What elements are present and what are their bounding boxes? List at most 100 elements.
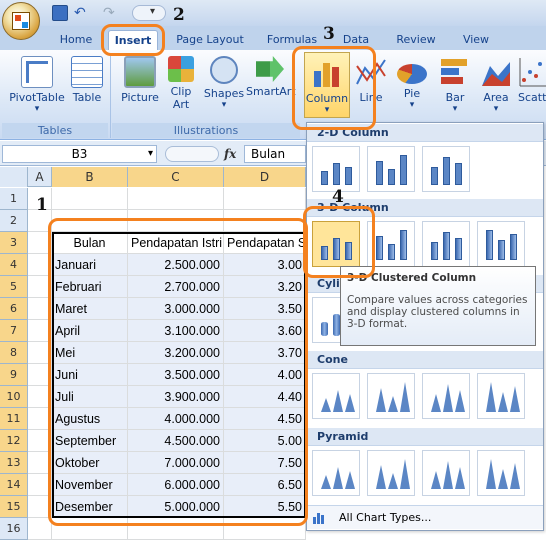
scatter-label: Scatt: [518, 91, 546, 104]
column-header-d[interactable]: D: [224, 167, 306, 187]
thumb-mark: [376, 388, 386, 412]
smartart-button[interactable]: SmartArt: [246, 56, 296, 98]
pivottable-icon: [21, 56, 53, 88]
cell-a[interactable]: [28, 518, 52, 540]
row-header[interactable]: 16: [0, 518, 28, 540]
thumb-mark: [345, 167, 352, 185]
annotation-number-1: 1: [36, 195, 48, 215]
tab-page-layout[interactable]: Page Layout: [170, 30, 250, 50]
formula-bar-resize-handle[interactable]: [165, 146, 219, 162]
thumb-mark: [443, 384, 453, 412]
row-header[interactable]: 6: [0, 298, 28, 320]
column-header-b[interactable]: B: [52, 167, 128, 187]
row-header[interactable]: 13: [0, 452, 28, 474]
area-dropdown-icon: ▾: [493, 104, 499, 114]
formula-input[interactable]: Bulan: [244, 145, 306, 163]
undo-icon[interactable]: ↶: [74, 5, 90, 21]
row-header[interactable]: 4: [0, 254, 28, 276]
thumb-mark: [510, 234, 517, 260]
smartart-icon: [256, 56, 284, 82]
row-header[interactable]: 8: [0, 342, 28, 364]
row-header[interactable]: 11: [0, 408, 28, 430]
tab-review[interactable]: Review: [390, 30, 442, 50]
scatter-button[interactable]: Scatt: [518, 56, 546, 104]
thumb-mark: [443, 157, 450, 185]
pie-chart-icon: [397, 64, 427, 84]
row-header[interactable]: 2: [0, 210, 28, 232]
bar-button[interactable]: Bar ▾: [436, 56, 474, 114]
chart-thumb-cone[interactable]: [422, 373, 470, 419]
office-logo-icon: [12, 12, 30, 30]
thumb-mark: [510, 463, 520, 489]
row-header[interactable]: 12: [0, 430, 28, 452]
pie-button[interactable]: Pie ▾: [392, 56, 432, 110]
shapes-icon: [210, 56, 238, 84]
area-label: Area: [483, 91, 509, 104]
thumb-mark: [431, 242, 438, 260]
chart-thumb-pyramid[interactable]: [367, 450, 415, 496]
clipart-icon: [168, 56, 194, 82]
row-header[interactable]: 10: [0, 386, 28, 408]
pivottable-button[interactable]: PivotTable ▾: [6, 56, 68, 114]
office-button[interactable]: [2, 2, 40, 40]
table-label: Table: [72, 91, 102, 104]
tab-view[interactable]: View: [454, 30, 498, 50]
thumb-mark: [321, 475, 331, 489]
bar-chart-icon: [441, 59, 467, 84]
all-chart-types-link[interactable]: All Chart Types...: [307, 505, 543, 529]
area-button[interactable]: Area ▾: [476, 56, 516, 114]
row-header[interactable]: 1: [0, 188, 28, 210]
row-header[interactable]: 5: [0, 276, 28, 298]
table-button[interactable]: Table: [70, 56, 104, 104]
chart-thumb-cone[interactable]: [477, 373, 525, 419]
table-icon: [71, 56, 103, 88]
picture-button[interactable]: Picture: [118, 56, 162, 104]
thumb-mark: [443, 461, 453, 489]
thumb-mark: [498, 392, 508, 412]
name-box[interactable]: B3: [2, 145, 157, 163]
row-header[interactable]: 9: [0, 364, 28, 386]
cell-c[interactable]: [128, 188, 224, 210]
row-header[interactable]: 15: [0, 496, 28, 518]
picture-icon: [124, 56, 156, 88]
chart-thumb-pyramid[interactable]: [477, 450, 525, 496]
chart-thumb-pyramid[interactable]: [312, 450, 360, 496]
row-header[interactable]: 7: [0, 320, 28, 342]
save-icon[interactable]: [52, 5, 68, 21]
thumb-mark: [388, 169, 395, 185]
column-header-c[interactable]: C: [128, 167, 224, 187]
qat-dropdown-icon[interactable]: ▾: [150, 6, 155, 17]
area-chart-icon: [482, 62, 510, 86]
section-cone: Cone: [307, 351, 543, 369]
chart-thumb-2d-column[interactable]: [422, 146, 470, 192]
thumb-mark: [400, 230, 407, 260]
chart-thumb-pyramid[interactable]: [422, 450, 470, 496]
thumb-mark: [400, 382, 410, 412]
chart-thumb-2d-column[interactable]: [312, 146, 360, 192]
thumb-mark: [431, 394, 441, 412]
chart-thumb-cone[interactable]: [312, 373, 360, 419]
name-box-dropdown-icon[interactable]: ▾: [148, 148, 153, 159]
row-header[interactable]: 14: [0, 474, 28, 496]
shapes-button[interactable]: Shapes ▾: [202, 56, 246, 110]
select-all-corner[interactable]: [0, 167, 28, 187]
qat-customize-area[interactable]: [132, 5, 166, 21]
chart-thumb-cone[interactable]: [367, 373, 415, 419]
shapes-label: Shapes: [203, 87, 245, 100]
chart-thumb-3d-column[interactable]: [422, 221, 470, 267]
thumb-mark: [486, 230, 493, 260]
thumb-mark: [498, 469, 508, 489]
insert-function-icon[interactable]: fx: [224, 147, 236, 161]
column-header-a[interactable]: A: [28, 167, 52, 187]
tab-home[interactable]: Home: [50, 30, 102, 50]
redo-icon[interactable]: ↷: [103, 5, 119, 21]
cell-d[interactable]: [224, 188, 306, 210]
shapes-dropdown-icon: ▾: [221, 100, 227, 110]
clipart-button[interactable]: Clip Art: [164, 56, 198, 111]
chart-thumb-3d-column[interactable]: [477, 221, 525, 267]
chart-thumb-2d-column[interactable]: [367, 146, 415, 192]
cell-b[interactable]: [52, 188, 128, 210]
thumb-mark: [333, 390, 343, 412]
thumb-mark: [376, 161, 383, 185]
row-header[interactable]: 3: [0, 232, 28, 254]
